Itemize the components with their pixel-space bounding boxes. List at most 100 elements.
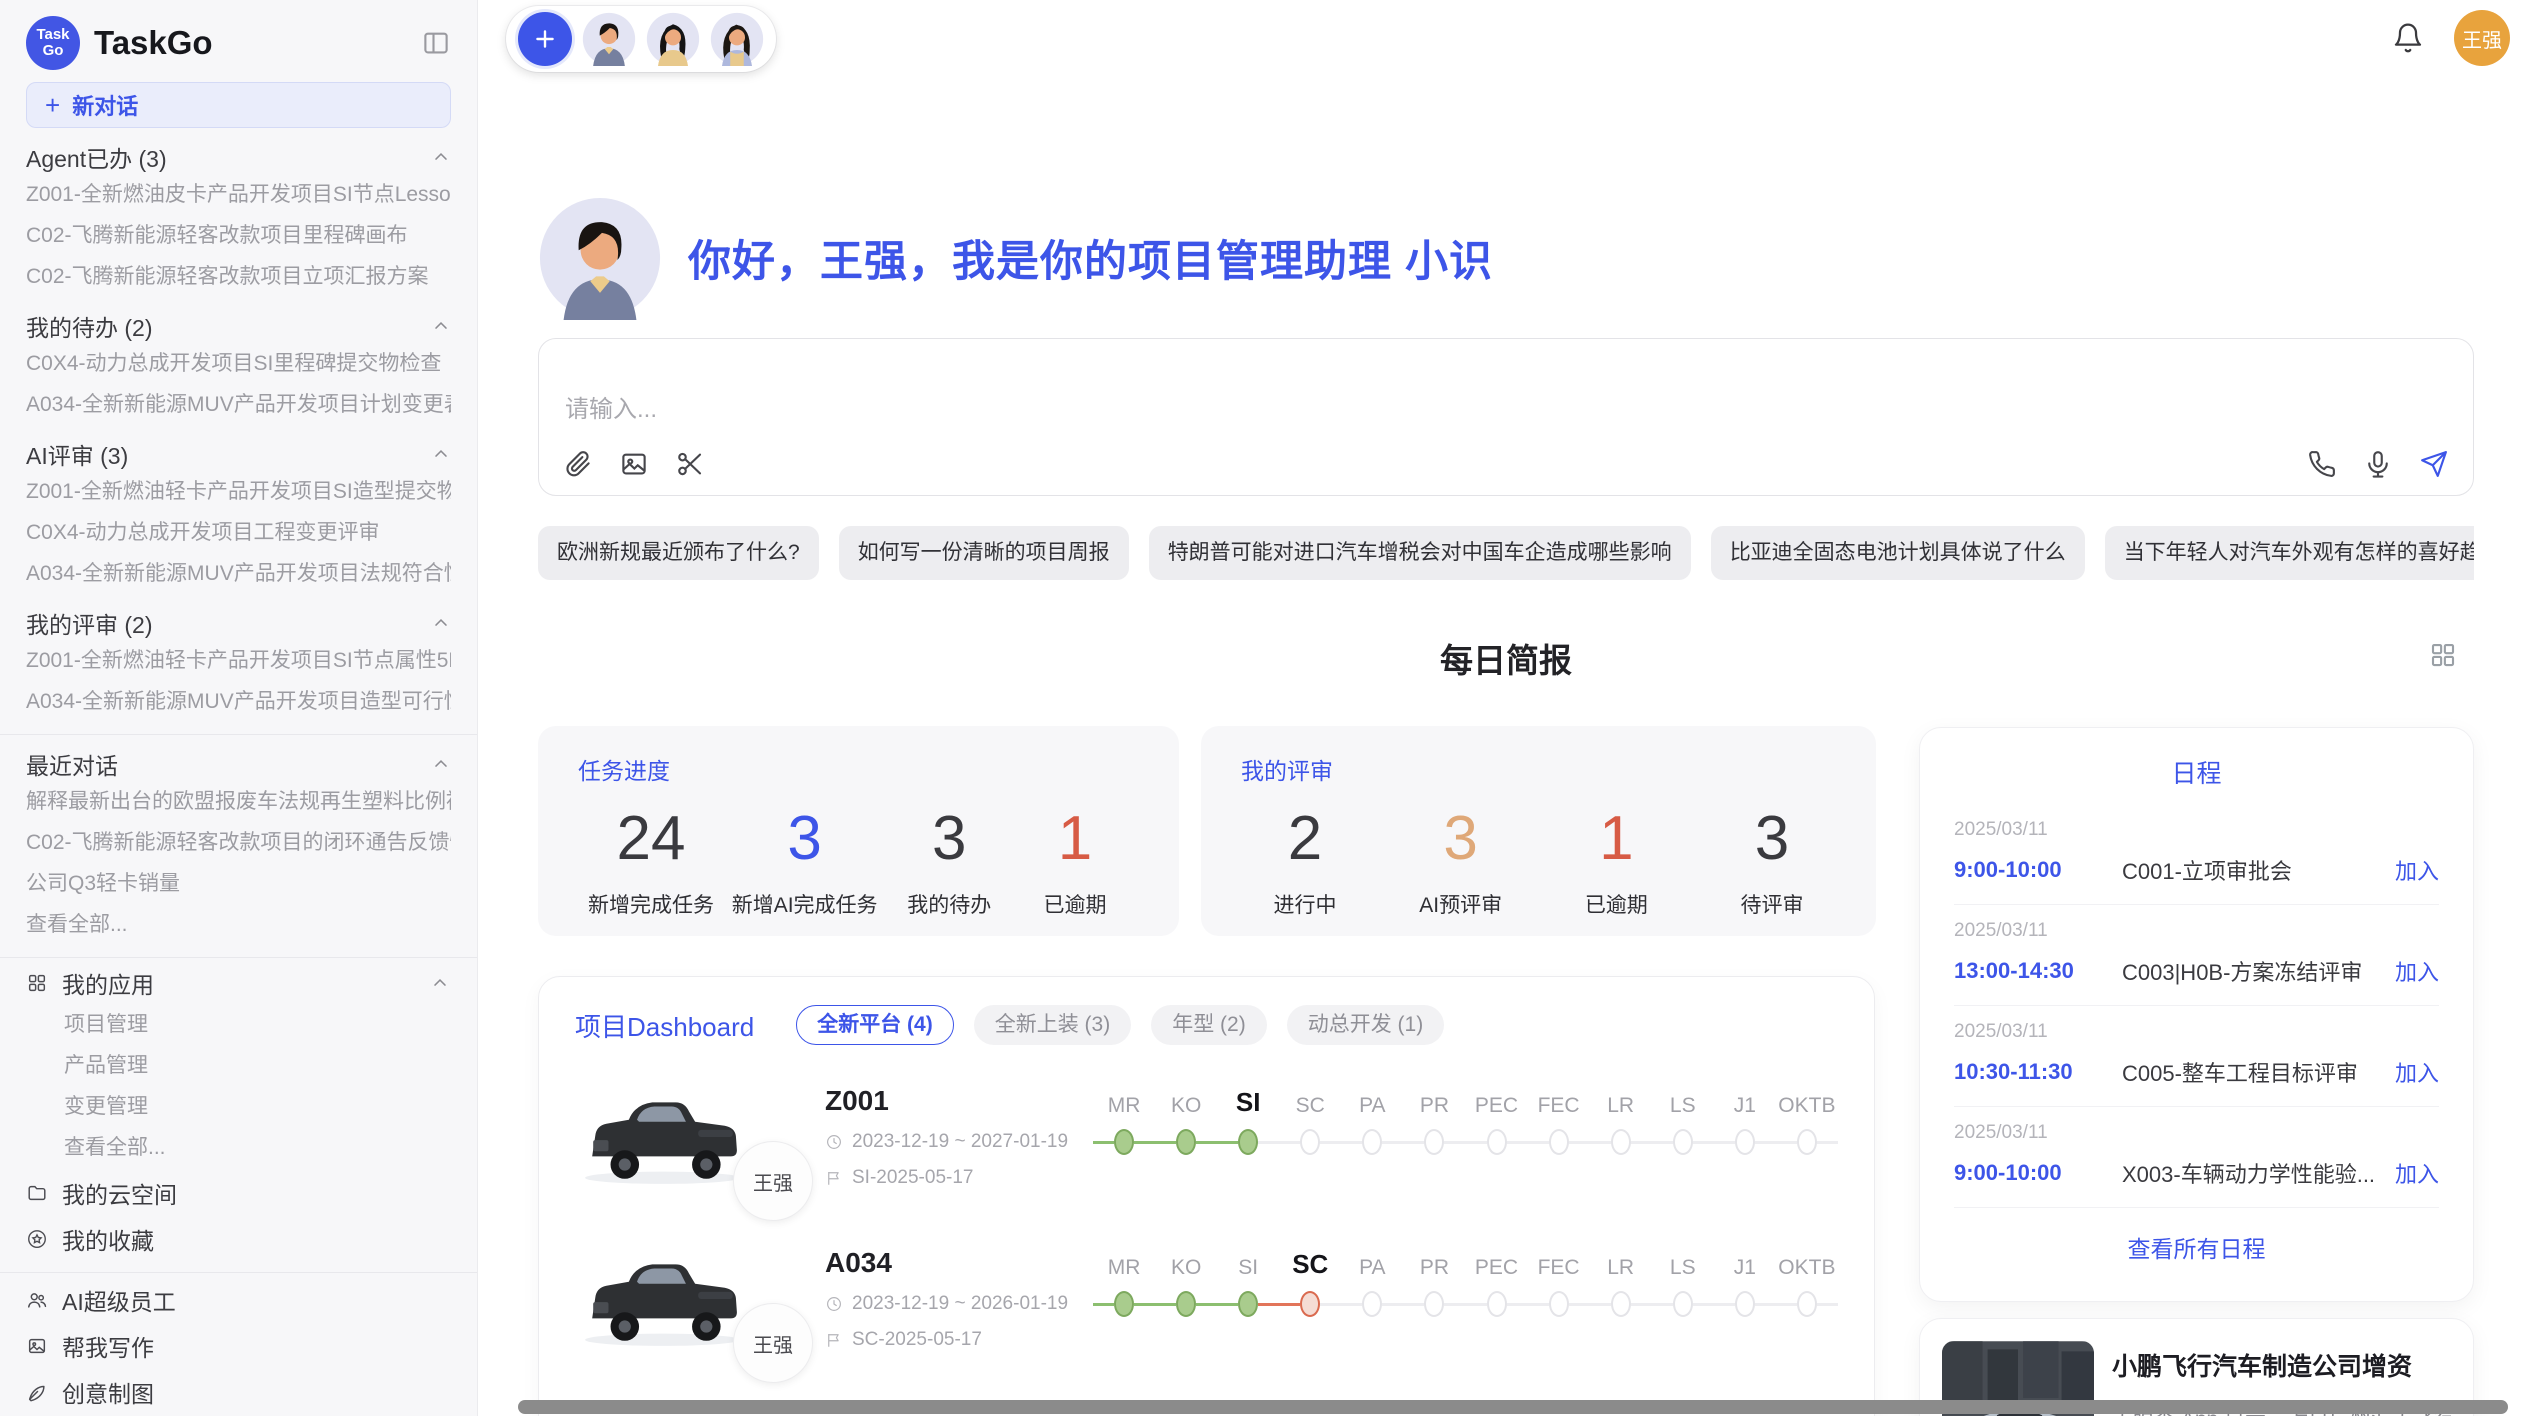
milestone-label: KO: [1155, 1245, 1217, 1287]
recent-chat-item[interactable]: 解释最新出台的欧盟报废车法规再生塑料比例被调至15%...: [26, 781, 451, 822]
stat-value: 3: [732, 806, 878, 871]
my-cloud-label: 我的云空间: [62, 1176, 177, 1210]
section-header-ai-review[interactable]: AI评审 (3): [26, 437, 451, 471]
plus-icon: +: [45, 92, 60, 118]
milestone-node: [1487, 1291, 1507, 1317]
view-all-chats-link[interactable]: 查看全部...: [26, 904, 451, 945]
view-all-schedule-link[interactable]: 查看所有日程: [1954, 1230, 2439, 1264]
sidebar-item[interactable]: Z001-全新燃油轻卡产品开发项目SI节点属性5D文件评审: [26, 640, 451, 681]
sidebar-item[interactable]: Z001-全新燃油轻卡产品开发项目SI造型提交物评审: [26, 471, 451, 512]
suggestion-chips: 欧洲新规最近颁布了什么? 如何写一份清晰的项目周报 特朗普可能对进口汽车增税会对…: [538, 526, 2474, 580]
sidebar-my-apps[interactable]: 我的应用: [26, 962, 451, 1004]
section-agent-done: Agent已办 (3) Z001-全新燃油皮卡产品开发项目SI节点Lesson …: [26, 140, 451, 297]
sidebar-item[interactable]: Z001-全新燃油皮卡产品开发项目SI节点Lesson Learn报告: [26, 174, 451, 215]
sidebar-item[interactable]: A034-全新新能源MUV产品开发项目计划变更表编写: [26, 384, 451, 425]
input-actions-toolbar: [2307, 449, 2449, 479]
sidebar-item[interactable]: A034-全新新能源MUV产品开发项目造型可行性评审: [26, 681, 451, 722]
milestone-node: [1114, 1291, 1134, 1317]
phone-call-icon[interactable]: [2307, 449, 2337, 479]
stat-value: 3: [1407, 806, 1515, 871]
tool-ai-super-staff[interactable]: AI超级员工: [26, 1279, 451, 1321]
sidebar-my-favorites[interactable]: 我的收藏: [26, 1218, 451, 1260]
section-header-recent-chats[interactable]: 最近对话: [26, 747, 451, 781]
chat-input-card[interactable]: [538, 338, 2474, 496]
suggestion-chip[interactable]: 当下年轻人对汽车外观有怎样的喜好趋势: [2105, 526, 2474, 580]
join-meeting-link[interactable]: 加入: [2395, 1056, 2439, 1088]
app-title: TaskGo: [94, 24, 421, 62]
app-item-product-management[interactable]: 产品管理: [26, 1045, 451, 1086]
section-title: 我的评审 (2): [26, 606, 153, 640]
image-attach-icon[interactable]: [619, 449, 649, 479]
section-header-my-review[interactable]: 我的评审 (2): [26, 606, 451, 640]
horizontal-scrollbar[interactable]: [518, 1400, 2508, 1414]
section-title: AI评审 (3): [26, 437, 128, 471]
card-title: 我的评审: [1241, 752, 1836, 786]
microphone-icon[interactable]: [2363, 449, 2393, 479]
sidebar-item[interactable]: A034-全新新能源MUV产品开发项目法规符合性评审: [26, 553, 451, 594]
new-chat-button[interactable]: + 新对话: [26, 82, 451, 128]
app-item-change-management[interactable]: 变更管理: [26, 1086, 451, 1127]
app-item-view-all[interactable]: 查看全部...: [26, 1127, 451, 1168]
stat-label: 新增AI完成任务: [732, 889, 878, 919]
milestone-node: [1611, 1291, 1631, 1317]
join-meeting-link[interactable]: 加入: [2395, 854, 2439, 886]
milestone-node: [1362, 1129, 1382, 1155]
users-icon: [26, 1289, 48, 1311]
tool-label: 帮我写作: [62, 1329, 154, 1363]
sidebar-item[interactable]: C02-飞腾新能源轻客改款项目里程碑画布: [26, 215, 451, 256]
recent-chat-item[interactable]: 公司Q3轻卡销量: [26, 863, 451, 904]
layout-grid-icon[interactable]: [2428, 640, 2458, 670]
greeting-text: 你好，王强，我是你的项目管理助理 小识: [688, 227, 1493, 289]
tool-help-me-write[interactable]: 帮我写作: [26, 1325, 451, 1367]
tool-creative-drawing[interactable]: 创意制图: [26, 1371, 451, 1413]
schedule-time: 9:00-10:00: [1954, 857, 2122, 883]
sidebar-my-cloud[interactable]: 我的云空间: [26, 1172, 451, 1214]
tab-new-body[interactable]: 全新上装 (3): [974, 1005, 1132, 1045]
section-header-my-todo[interactable]: 我的待办 (2): [26, 309, 451, 343]
join-meeting-link[interactable]: 加入: [2395, 955, 2439, 987]
greeting-block: 你好，王强，我是你的项目管理助理 小识: [538, 196, 2474, 320]
milestone-node: [1673, 1291, 1693, 1317]
suggestion-chip[interactable]: 如何写一份清晰的项目周报: [839, 526, 1129, 580]
stat-value: 3: [1718, 806, 1826, 871]
milestone-label: PA: [1341, 1245, 1403, 1287]
sidebar-item[interactable]: C02-飞腾新能源轻客改款项目立项汇报方案: [26, 256, 451, 297]
chat-input[interactable]: [563, 395, 2449, 425]
star-badge-icon: [26, 1228, 48, 1250]
send-icon[interactable]: [2419, 449, 2449, 479]
sidebar-item[interactable]: C0X4-动力总成开发项目SI里程碑提交物检查: [26, 343, 451, 384]
schedule-card: 日程 2025/03/11 9:00-10:00 C001-立项审批会 加入 2…: [1919, 727, 2474, 1302]
join-meeting-link[interactable]: 加入: [2395, 1157, 2439, 1189]
assistant-avatar: [538, 196, 662, 320]
stat: 2 进行中: [1251, 806, 1359, 919]
milestone-label: PR: [1403, 1083, 1465, 1125]
sidebar-collapse-icon[interactable]: [421, 28, 451, 58]
app-item-project-management[interactable]: 项目管理: [26, 1004, 451, 1045]
schedule-item: 2025/03/11 13:00-14:30 C003|H0B-方案冻结评审 加…: [1954, 905, 2439, 1006]
task-progress-card: 任务进度 24 新增完成任务 3 新增AI完成任务 3 我的待办: [538, 726, 1179, 936]
scissors-icon[interactable]: [675, 449, 705, 479]
project-row[interactable]: 王强 A034 2023-12-19 ~ 2026-01-19 SC-2025-…: [575, 1245, 1838, 1371]
stat-value: 2: [1251, 806, 1359, 871]
recent-chat-item[interactable]: C02-飞腾新能源轻客改款项目的闭环通告反馈情况: [26, 822, 451, 863]
schedule-item: 2025/03/11 10:30-11:30 C005-整车工程目标评审 加入: [1954, 1006, 2439, 1107]
chevron-up-icon: [431, 613, 451, 633]
suggestion-chip[interactable]: 欧洲新规最近颁布了什么?: [538, 526, 819, 580]
milestone-label: MR: [1093, 1083, 1155, 1125]
chevron-up-icon: [431, 754, 451, 774]
tab-powertrain[interactable]: 动总开发 (1): [1287, 1005, 1445, 1045]
project-row[interactable]: 王强 Z001 2023-12-19 ~ 2027-01-19 SI-2025-…: [575, 1083, 1838, 1209]
section-title: Agent已办 (3): [26, 140, 167, 174]
schedule-date: 2025/03/11: [1954, 1122, 2439, 1144]
clock-icon: [825, 1133, 843, 1151]
tab-model-year[interactable]: 年型 (2): [1151, 1005, 1267, 1045]
stat-label: AI预评审: [1407, 889, 1515, 919]
paperclip-icon[interactable]: [563, 449, 593, 479]
sidebar-item[interactable]: C0X4-动力总成开发项目工程变更评审: [26, 512, 451, 553]
section-header-agent-done[interactable]: Agent已办 (3): [26, 140, 451, 174]
project-image-block: 王强: [575, 1245, 825, 1371]
milestone-label: LS: [1652, 1245, 1714, 1287]
tab-new-platform[interactable]: 全新平台 (4): [796, 1005, 954, 1045]
suggestion-chip[interactable]: 特朗普可能对进口汽车增税会对中国车企造成哪些影响: [1149, 526, 1691, 580]
suggestion-chip[interactable]: 比亚迪全固态电池计划具体说了什么: [1711, 526, 2085, 580]
